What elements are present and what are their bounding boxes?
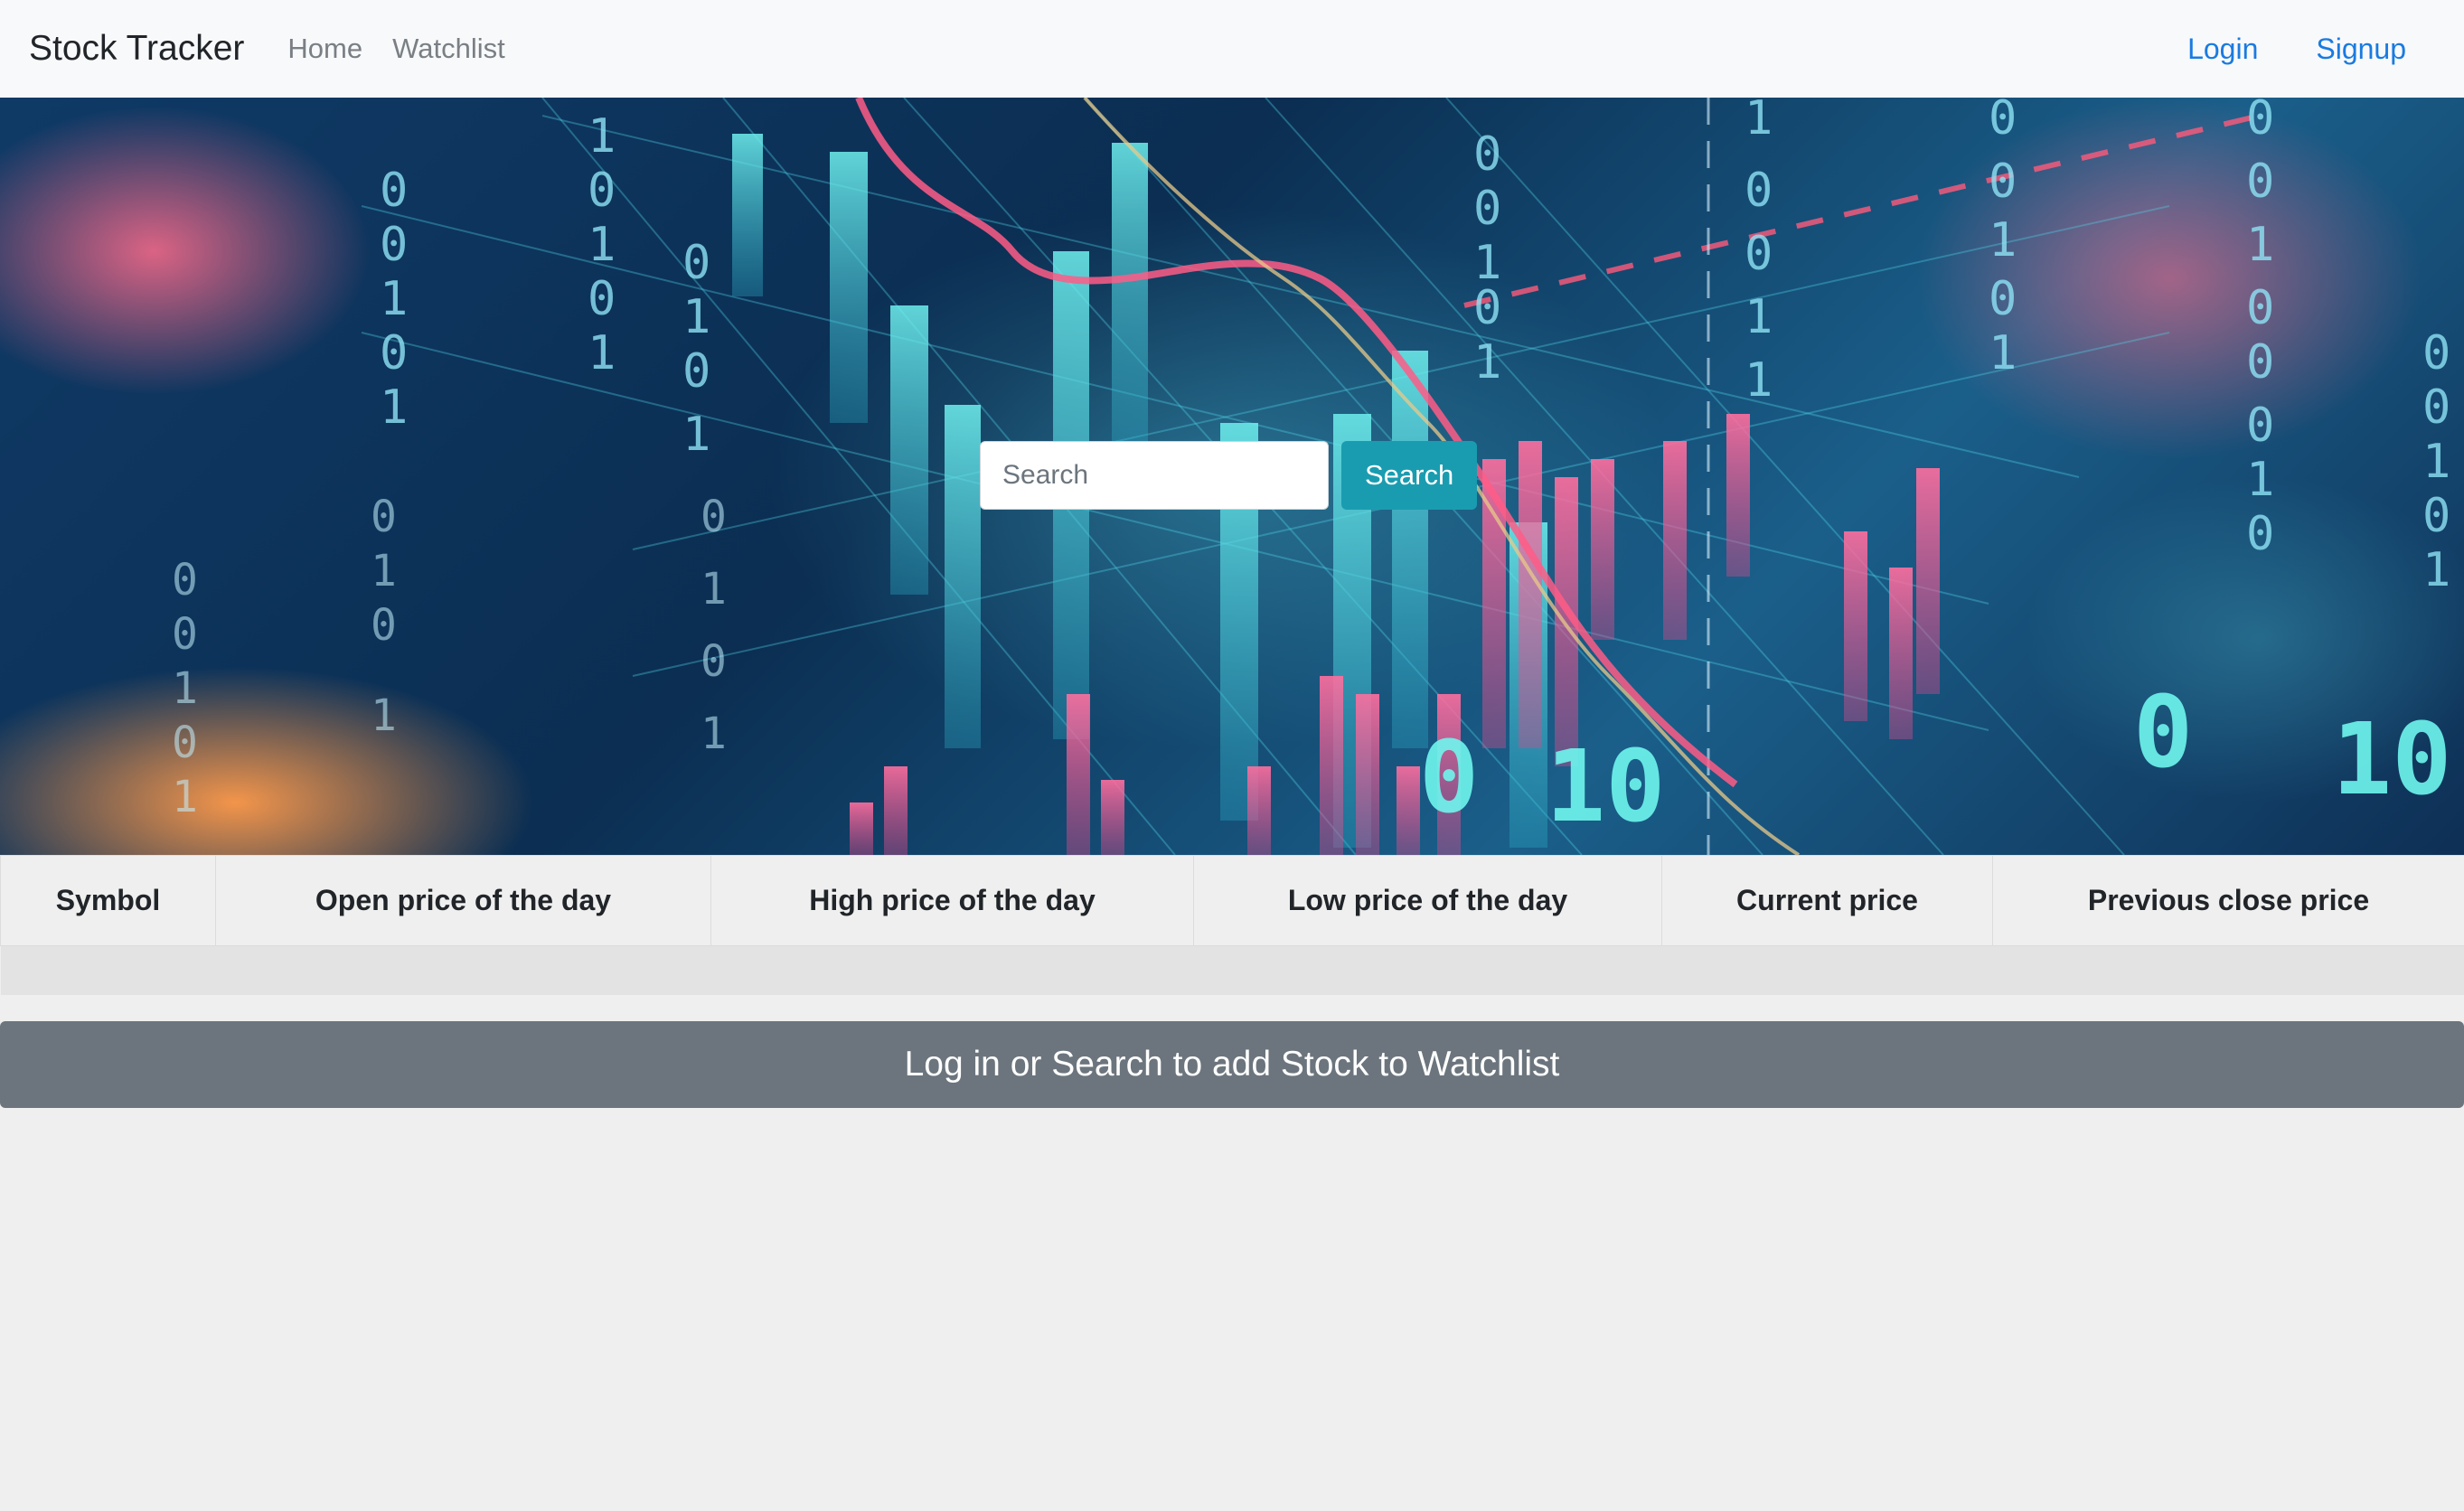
svg-text:1: 1	[1473, 335, 1501, 389]
column-header-current-price: Current price	[1661, 855, 1993, 946]
svg-text:0: 0	[2246, 281, 2274, 335]
signup-link[interactable]: Signup	[2316, 33, 2406, 66]
svg-text:1: 1	[172, 663, 198, 714]
table-empty-cell	[0, 945, 2464, 995]
svg-text:1: 1	[2246, 453, 2274, 507]
svg-text:0: 0	[1745, 164, 1773, 218]
column-header-previous-close: Previous close price	[1992, 855, 2464, 946]
svg-text:0: 0	[682, 344, 710, 399]
svg-text:1: 1	[701, 564, 727, 615]
nav-link-watchlist[interactable]: Watchlist	[392, 33, 505, 65]
svg-text:1: 1	[588, 109, 616, 164]
svg-text:0: 0	[380, 218, 408, 272]
svg-text:1: 1	[1745, 290, 1773, 344]
svg-text:1: 1	[1989, 213, 2017, 267]
svg-text:10: 10	[1546, 728, 1665, 844]
column-header-symbol: Symbol	[0, 855, 216, 946]
svg-text:0: 0	[1989, 272, 2017, 326]
svg-text:0: 0	[2246, 399, 2274, 453]
svg-text:0: 0	[2422, 326, 2450, 380]
svg-text:1: 1	[172, 772, 198, 822]
svg-text:0: 0	[2422, 380, 2450, 435]
svg-text:1: 1	[2246, 218, 2274, 272]
svg-text:1: 1	[1989, 326, 2017, 380]
svg-text:1: 1	[1745, 353, 1773, 408]
svg-text:1: 1	[2422, 543, 2450, 597]
svg-text:0: 0	[2133, 674, 2193, 790]
svg-text:1: 1	[371, 690, 397, 741]
svg-text:0: 0	[1473, 182, 1501, 236]
svg-text:1: 1	[380, 272, 408, 326]
navbar: Stock Tracker Home Watchlist Login Signu…	[0, 0, 2464, 98]
svg-text:0: 0	[2246, 507, 2274, 561]
svg-text:1: 1	[2422, 435, 2450, 489]
svg-text:0: 0	[1745, 227, 1773, 281]
svg-text:1: 1	[380, 380, 408, 435]
column-header-open-price: Open price of the day	[215, 855, 711, 946]
brand-logo[interactable]: Stock Tracker	[29, 29, 244, 69]
svg-text:1: 1	[682, 290, 710, 344]
nav-link-home[interactable]: Home	[287, 33, 362, 65]
svg-text:1: 1	[588, 218, 616, 272]
svg-text:1: 1	[1745, 98, 1773, 145]
login-link[interactable]: Login	[2187, 33, 2258, 66]
search-button[interactable]: Search	[1341, 441, 1478, 510]
svg-text:1: 1	[588, 326, 616, 380]
hero-banner: 00101 10101 0101 00101 10011 00101 00100…	[0, 98, 2464, 855]
svg-text:0: 0	[1989, 98, 2017, 145]
svg-text:0: 0	[2246, 155, 2274, 209]
auth-links: Login Signup	[2130, 33, 2435, 66]
table-header-row: Symbol Open price of the day High price …	[0, 855, 2464, 946]
svg-text:0: 0	[2246, 98, 2274, 145]
svg-text:0: 0	[1989, 155, 2017, 209]
svg-text:0: 0	[1473, 127, 1501, 182]
svg-text:1: 1	[682, 408, 710, 462]
svg-text:0: 0	[588, 164, 616, 218]
svg-text:0: 0	[1419, 719, 1479, 835]
search-form: Search	[980, 441, 1478, 510]
svg-text:0: 0	[371, 600, 397, 651]
svg-text:0: 0	[380, 326, 408, 380]
svg-text:0: 0	[1473, 281, 1501, 335]
svg-text:0: 0	[172, 609, 198, 660]
svg-text:0: 0	[701, 492, 727, 542]
svg-text:0: 0	[2246, 335, 2274, 389]
column-header-high-price: High price of the day	[710, 855, 1194, 946]
column-header-low-price: Low price of the day	[1193, 855, 1662, 946]
svg-text:0: 0	[172, 718, 198, 768]
table-empty-row	[0, 945, 2464, 995]
svg-text:0: 0	[588, 272, 616, 326]
svg-text:10: 10	[2332, 701, 2451, 817]
svg-text:0: 0	[172, 555, 198, 605]
svg-text:1: 1	[701, 709, 727, 759]
search-input[interactable]	[980, 441, 1329, 510]
svg-text:0: 0	[2422, 489, 2450, 543]
stock-table: Symbol Open price of the day High price …	[0, 855, 2464, 995]
watchlist-prompt-banner: Log in or Search to add Stock to Watchli…	[0, 1021, 2464, 1108]
svg-text:0: 0	[380, 164, 408, 218]
svg-text:1: 1	[371, 546, 397, 596]
svg-text:0: 0	[371, 492, 397, 542]
svg-text:0: 0	[682, 236, 710, 290]
svg-text:0: 0	[701, 636, 727, 687]
